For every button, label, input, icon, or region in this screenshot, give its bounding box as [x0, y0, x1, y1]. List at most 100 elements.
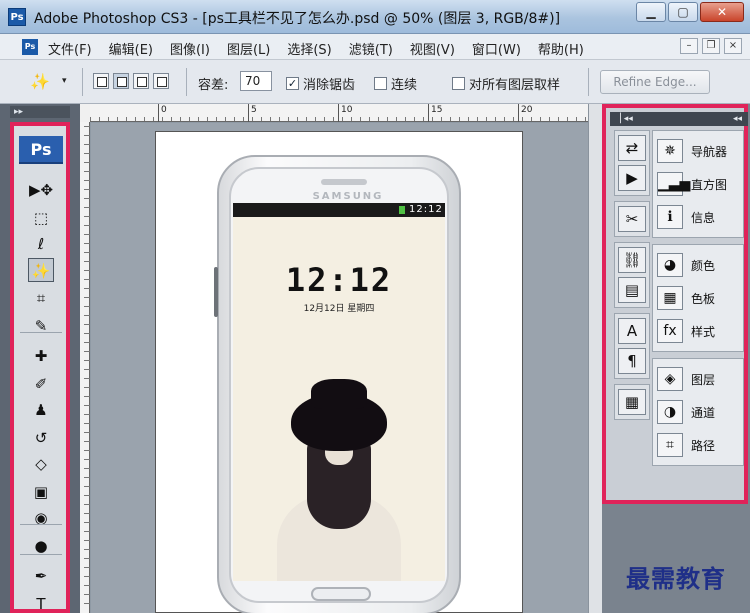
menu-item[interactable]: 窗口(W): [472, 39, 521, 58]
panel-tab-navigator[interactable]: ✵ 导航器: [657, 137, 739, 165]
intersect-selection-button[interactable]: [153, 73, 169, 89]
histogram-icon[interactable]: ▁▃▅: [657, 172, 690, 196]
panel-tab-info[interactable]: ℹ 信息: [657, 203, 739, 231]
panel-icon-group: ▦: [614, 384, 650, 420]
ps-logo[interactable]: Ps: [19, 136, 63, 164]
tolerance-input[interactable]: 70: [240, 71, 272, 91]
contiguous-check-icon[interactable]: [374, 77, 387, 90]
ruler-tick: [84, 486, 90, 487]
pen-tool-icon[interactable]: ✒: [28, 564, 54, 588]
brush-tool-icon[interactable]: ✐: [28, 372, 54, 396]
paths-label: 路径: [691, 438, 716, 453]
ruler-tick: [84, 495, 90, 496]
info-icon[interactable]: ℹ: [657, 205, 683, 229]
tool-preset-dropdown-icon[interactable]: ▾: [62, 76, 67, 86]
menu-item[interactable]: 视图(V): [410, 39, 455, 58]
layer-comps-icon[interactable]: ▤: [618, 277, 646, 303]
clone-source-icon[interactable]: ⛓: [618, 247, 646, 273]
menu-item[interactable]: 选择(S): [287, 39, 331, 58]
ruler-label: 10: [341, 105, 353, 115]
minimize-button[interactable]: ▁: [636, 2, 666, 22]
actions-icon[interactable]: ▶: [618, 165, 646, 191]
slice-tool-icon[interactable]: ✎: [28, 314, 54, 338]
color-icon[interactable]: ◕: [657, 253, 683, 277]
document-canvas[interactable]: SAMSUNG 12:12 12:12 12月12日 星期四: [155, 131, 523, 613]
canvas-vertical-scrollbar[interactable]: [588, 104, 602, 613]
panel-tab-swatches[interactable]: ▦ 色板: [657, 284, 739, 312]
contiguous-checkbox[interactable]: 连续: [374, 74, 417, 93]
document-minimize-button[interactable]: –: [680, 38, 698, 54]
sample-all-layers-check-icon[interactable]: [452, 77, 465, 90]
collapse-panels-icon[interactable]: ◂◂: [733, 112, 742, 126]
magic-wand-tool-icon[interactable]: ✨: [28, 258, 54, 282]
menu-item[interactable]: 编辑(E): [109, 39, 153, 58]
ruler-origin[interactable]: [80, 104, 90, 122]
photoshop-app-icon: Ps: [8, 8, 26, 26]
ruler-major-tick: [158, 104, 159, 122]
healing-brush-tool-icon[interactable]: ✚: [28, 344, 54, 368]
panel-tab-styles[interactable]: fx 样式: [657, 317, 739, 345]
antialias-checkbox[interactable]: ✓ 消除锯齿: [286, 74, 355, 93]
ruler-tick: [84, 243, 90, 244]
crop-tool-icon[interactable]: ⌗: [28, 286, 54, 310]
toolbox-grip[interactable]: ▸▸: [10, 106, 70, 118]
close-button[interactable]: ✕: [700, 2, 744, 22]
menu-item[interactable]: 滤镜(T): [349, 39, 393, 58]
type-tool-icon[interactable]: T: [28, 592, 54, 613]
swatches-icon[interactable]: ▦: [657, 286, 683, 310]
toolbox-divider: [20, 332, 62, 333]
collapse-icons-icon[interactable]: ▕ ◂◂: [614, 112, 633, 126]
vertical-ruler[interactable]: [80, 122, 90, 613]
marquee-tool-icon[interactable]: ⬚: [28, 206, 54, 230]
subtract-from-selection-button[interactable]: [133, 73, 149, 89]
toolbox: Ps ▶✥ ⬚ ℓ ✨ ⌗ ✎ ✚ ✐ ♟ ↺ ◇ ▣ ◉ ● ✒ T: [10, 122, 70, 613]
ruler-tick: [84, 171, 90, 172]
panel-tab-channels[interactable]: ◑ 通道: [657, 398, 739, 426]
ruler-tick: [84, 450, 90, 451]
antialias-check-icon[interactable]: ✓: [286, 77, 299, 90]
menu-item[interactable]: 帮助(H): [538, 39, 584, 58]
ruler-tick: [84, 288, 90, 289]
panel-dock-header[interactable]: ▕ ◂◂ ◂◂: [610, 112, 748, 126]
lasso-tool-icon[interactable]: ℓ: [28, 232, 54, 256]
ruler-tick: [84, 504, 90, 505]
menu-item[interactable]: 图像(I): [170, 39, 210, 58]
paths-icon[interactable]: ⌗: [657, 433, 683, 457]
panel-tab-layers[interactable]: ◈ 图层: [657, 365, 739, 393]
move-tool-icon[interactable]: ▶✥: [28, 178, 54, 202]
refine-edge-button[interactable]: Refine Edge...: [600, 70, 710, 94]
panel-icon-group: ⇄ ▶: [614, 130, 650, 196]
clone-stamp-tool-icon[interactable]: ♟: [28, 398, 54, 422]
character-icon[interactable]: A: [618, 318, 646, 344]
tool-presets-icon[interactable]: ✂: [618, 206, 646, 232]
styles-icon[interactable]: fx: [657, 319, 683, 343]
document-restore-button[interactable]: ❐: [702, 38, 720, 54]
eraser-tool-icon[interactable]: ◇: [28, 452, 54, 476]
maximize-button[interactable]: ▢: [668, 2, 698, 22]
document-icon[interactable]: Ps: [22, 39, 38, 55]
magic-wand-icon[interactable]: ✨: [30, 72, 50, 91]
history-brush-tool-icon[interactable]: ↺: [28, 426, 54, 450]
channels-icon[interactable]: ◑: [657, 400, 683, 424]
menu-item[interactable]: 文件(F): [48, 39, 92, 58]
panel-tab-histogram[interactable]: ▁▃▅ 直方图: [657, 170, 739, 198]
panel-tab-paths[interactable]: ⌗ 路径: [657, 431, 739, 459]
panel-dock: ▕ ◂◂ ◂◂ ⇄ ▶ ✂ ⛓ ▤ A ¶ ▦ ✵ 导航器 ▁▃▅ 直方图 ℹ 信息 ◕ 颜色 ▦ 色板 fx 样式…: [602, 104, 750, 613]
horizontal-ruler[interactable]: 0 5 10 15 20: [90, 104, 588, 122]
add-to-selection-button[interactable]: [113, 73, 129, 89]
paragraph-icon[interactable]: ¶: [618, 348, 646, 374]
ruler-tick: [84, 531, 90, 532]
new-selection-button[interactable]: [93, 73, 109, 89]
navigator-icon[interactable]: ✵: [657, 139, 683, 163]
history-icon[interactable]: ⇄: [618, 135, 646, 161]
panel-tab-color[interactable]: ◕ 颜色: [657, 251, 739, 279]
layers-icon[interactable]: ◈: [657, 367, 683, 391]
title-bar: Ps Adobe Photoshop CS3 - [ps工具栏不见了怎么办.ps…: [0, 0, 750, 34]
menu-item[interactable]: 图层(L): [227, 39, 270, 58]
lock-screen-clock: 12:12: [285, 261, 393, 299]
document-close-button[interactable]: ×: [724, 38, 742, 54]
notes-icon[interactable]: ▦: [618, 389, 646, 415]
gradient-tool-icon[interactable]: ▣: [28, 480, 54, 504]
blur-tool-icon[interactable]: ◉: [28, 506, 54, 530]
sample-all-layers-checkbox[interactable]: 对所有图层取样: [452, 74, 560, 93]
